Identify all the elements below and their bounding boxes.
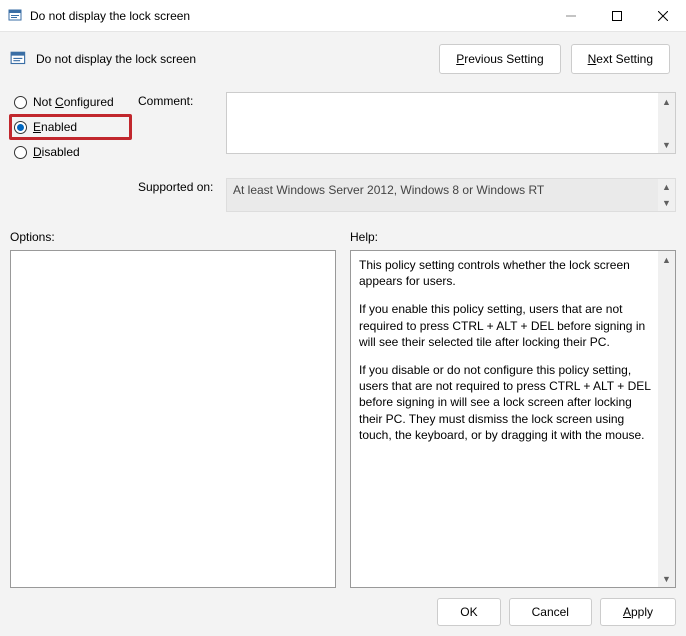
scroll-down-icon[interactable]: ▼: [658, 570, 675, 587]
radio-disabled[interactable]: Disabled: [10, 142, 138, 162]
btn-label-rest: revious Setting: [464, 52, 543, 66]
options-label: Options:: [10, 230, 336, 244]
title-bar: Do not display the lock screen: [0, 0, 686, 32]
help-paragraph: If you disable or do not configure this …: [359, 362, 653, 443]
help-label: Help:: [350, 230, 676, 244]
radio-icon: [14, 146, 27, 159]
help-text: This policy setting controls whether the…: [351, 251, 675, 461]
supported-label: Supported on:: [138, 178, 226, 212]
supported-on-box: At least Windows Server 2012, Windows 8 …: [226, 178, 676, 212]
radio-label: Disabled: [33, 145, 80, 159]
scroll-up-icon[interactable]: ▲: [658, 179, 675, 195]
minimize-button[interactable]: [548, 0, 594, 31]
radio-icon: [14, 121, 27, 134]
radio-enabled[interactable]: Enabled: [9, 114, 132, 140]
previous-setting-button[interactable]: Previous Setting: [439, 44, 560, 74]
scroll-down-icon[interactable]: ▼: [658, 195, 675, 211]
radio-not-configured[interactable]: Not Configured: [10, 92, 138, 112]
scrollbar[interactable]: ▲ ▼: [658, 179, 675, 211]
footer-buttons: OK Cancel Apply: [10, 588, 676, 626]
scrollbar[interactable]: ▲ ▼: [658, 93, 675, 153]
radio-label: Enabled: [33, 120, 77, 134]
radio-label: Not Configured: [33, 95, 114, 109]
options-help-split: Options: Help: This policy setting contr…: [10, 230, 676, 588]
apply-button[interactable]: Apply: [600, 598, 676, 626]
window-buttons: [548, 0, 686, 31]
help-panel: Help: This policy setting controls wheth…: [350, 230, 676, 588]
comment-textarea[interactable]: ▲ ▼: [226, 92, 676, 154]
supported-text: At least Windows Server 2012, Windows 8 …: [233, 183, 544, 197]
policy-icon: [8, 8, 24, 24]
scroll-up-icon[interactable]: ▲: [658, 93, 675, 110]
btn-label-rest: pply: [631, 605, 653, 619]
help-paragraph: This policy setting controls whether the…: [359, 257, 653, 289]
content-area: Do not display the lock screen Previous …: [0, 32, 686, 636]
ok-button[interactable]: OK: [437, 598, 500, 626]
scroll-up-icon[interactable]: ▲: [658, 251, 675, 268]
state-and-comment-row: Not Configured Enabled Disabled Comment:…: [10, 92, 676, 162]
supported-row: Supported on: At least Windows Server 20…: [10, 178, 676, 212]
radio-icon: [14, 96, 27, 109]
options-body: [10, 250, 336, 588]
policy-icon: [10, 50, 28, 68]
scrollbar[interactable]: ▲ ▼: [658, 251, 675, 587]
btn-label-rest: ext Setting: [596, 52, 653, 66]
policy-heading: Do not display the lock screen: [36, 52, 439, 66]
close-button[interactable]: [640, 0, 686, 31]
window-title: Do not display the lock screen: [30, 9, 548, 23]
scroll-down-icon[interactable]: ▼: [658, 136, 675, 153]
state-radio-group: Not Configured Enabled Disabled: [10, 92, 138, 162]
nav-buttons: Previous Setting Next Setting: [439, 44, 670, 74]
help-paragraph: If you enable this policy setting, users…: [359, 301, 653, 350]
cancel-button[interactable]: Cancel: [509, 598, 592, 626]
next-setting-button[interactable]: Next Setting: [571, 44, 670, 74]
comment-label: Comment:: [138, 92, 226, 162]
header-row: Do not display the lock screen Previous …: [10, 44, 676, 74]
options-panel: Options:: [10, 230, 336, 588]
help-body: This policy setting controls whether the…: [350, 250, 676, 588]
maximize-button[interactable]: [594, 0, 640, 31]
